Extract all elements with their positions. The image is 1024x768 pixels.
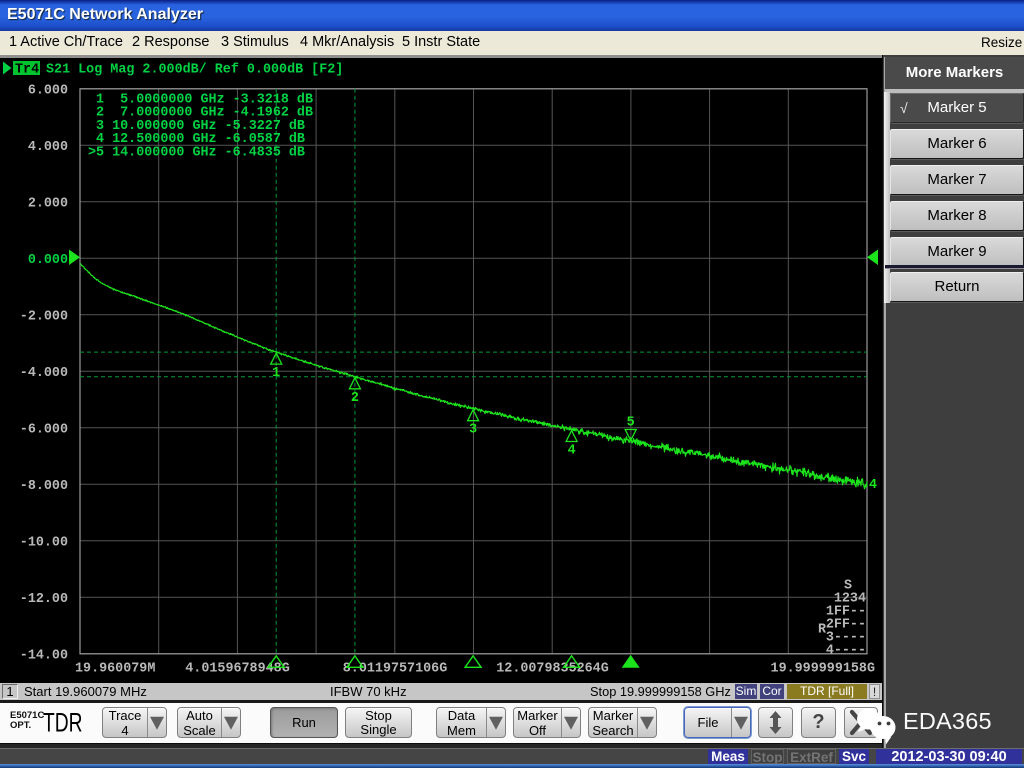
- svg-text:-2.000: -2.000: [20, 310, 68, 325]
- svg-text:4.000: 4.000: [28, 140, 68, 155]
- svg-text:2: 2: [351, 391, 359, 406]
- svg-text:19.960079M: 19.960079M: [75, 662, 155, 677]
- svg-text:4: 4: [869, 478, 877, 493]
- svg-text:-14.00: -14.00: [20, 649, 68, 664]
- svg-text:-4.000: -4.000: [20, 366, 68, 381]
- svg-text:>5 14.000000 GHz -6.4835 dB: >5 14.000000 GHz -6.4835 dB: [88, 145, 305, 160]
- svg-text:4: 4: [568, 444, 576, 459]
- svg-text:5: 5: [627, 416, 635, 431]
- svg-text:1: 1: [272, 366, 280, 381]
- svg-text:R: R: [818, 623, 827, 638]
- svg-text:-8.000: -8.000: [20, 479, 68, 494]
- svg-text:0.000: 0.000: [28, 253, 68, 268]
- svg-text:2.000: 2.000: [28, 197, 68, 212]
- svg-text:8.0119757106G: 8.0119757106G: [343, 662, 447, 677]
- svg-text:Tr4: Tr4: [15, 63, 39, 78]
- svg-text:S21 Log Mag 2.000dB/ Ref 0.000: S21 Log Mag 2.000dB/ Ref 0.000dB [F2]: [46, 63, 343, 78]
- svg-text:3: 3: [469, 423, 477, 438]
- svg-text:-12.00: -12.00: [20, 592, 68, 607]
- svg-text:6.000: 6.000: [28, 84, 68, 99]
- svg-text:4.0159678948G: 4.0159678948G: [185, 662, 289, 677]
- svg-text:-10.00: -10.00: [20, 536, 68, 551]
- svg-text:12.0079835264G: 12.0079835264G: [496, 662, 609, 677]
- svg-text:19.999999158G: 19.999999158G: [771, 662, 875, 677]
- svg-text:-6.000: -6.000: [20, 423, 68, 438]
- svg-text:4----: 4----: [826, 644, 866, 659]
